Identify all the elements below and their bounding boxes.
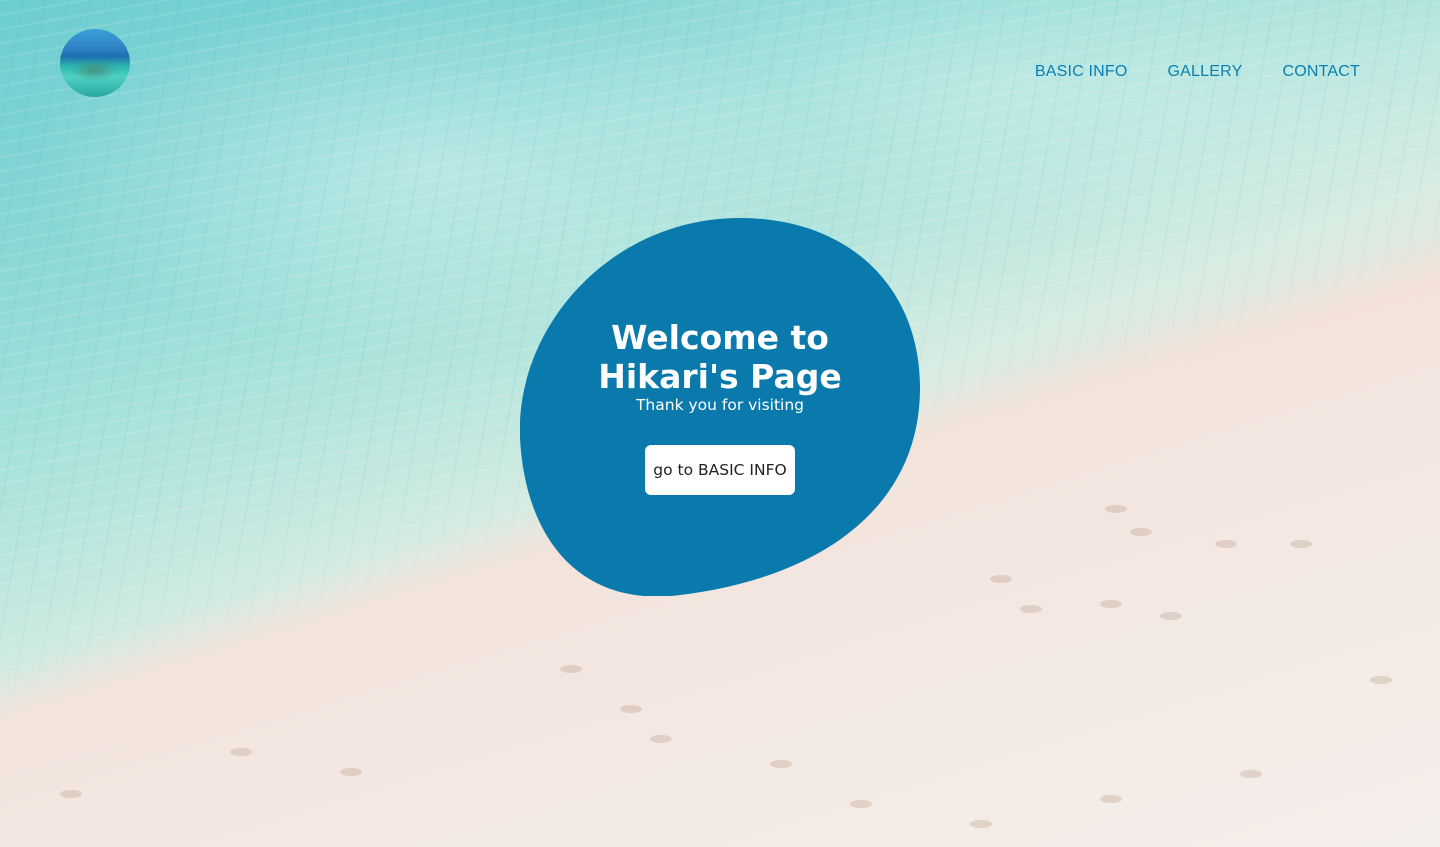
footprint xyxy=(1130,528,1152,536)
footprint xyxy=(1100,795,1122,803)
main-nav: BASIC INFO GALLERY CONTACT xyxy=(1035,63,1360,81)
hero-title: Welcome to Hikari's Page xyxy=(598,318,842,396)
nav-link-basic-info[interactable]: BASIC INFO xyxy=(1035,63,1128,81)
logo-image[interactable] xyxy=(60,29,130,97)
footprint xyxy=(1020,605,1042,613)
footprint xyxy=(1240,770,1262,778)
footprint xyxy=(620,705,642,713)
footprint xyxy=(650,735,672,743)
footprint xyxy=(1370,676,1392,684)
footprint xyxy=(560,665,582,673)
hero-blob: Welcome to Hikari's Page Thank you for v… xyxy=(520,218,920,596)
nav-link-gallery[interactable]: GALLERY xyxy=(1168,63,1243,81)
go-to-basic-info-button[interactable]: go to BASIC INFO xyxy=(645,445,795,495)
page: BASIC INFO GALLERY CONTACT Welcome to Hi… xyxy=(0,0,1440,847)
footprint xyxy=(990,575,1012,583)
footprint xyxy=(230,748,252,756)
footprint xyxy=(1105,505,1127,513)
hero-subtitle: Thank you for visiting xyxy=(635,396,805,414)
footprint xyxy=(970,820,992,828)
footprint xyxy=(60,790,82,798)
footprint xyxy=(1160,612,1182,620)
footprint xyxy=(340,768,362,776)
footprint xyxy=(1215,540,1237,548)
footprint xyxy=(1290,540,1312,548)
footprint xyxy=(1100,600,1122,608)
footprint xyxy=(850,800,872,808)
footprint xyxy=(770,760,792,768)
nav-link-contact[interactable]: CONTACT xyxy=(1282,63,1360,81)
